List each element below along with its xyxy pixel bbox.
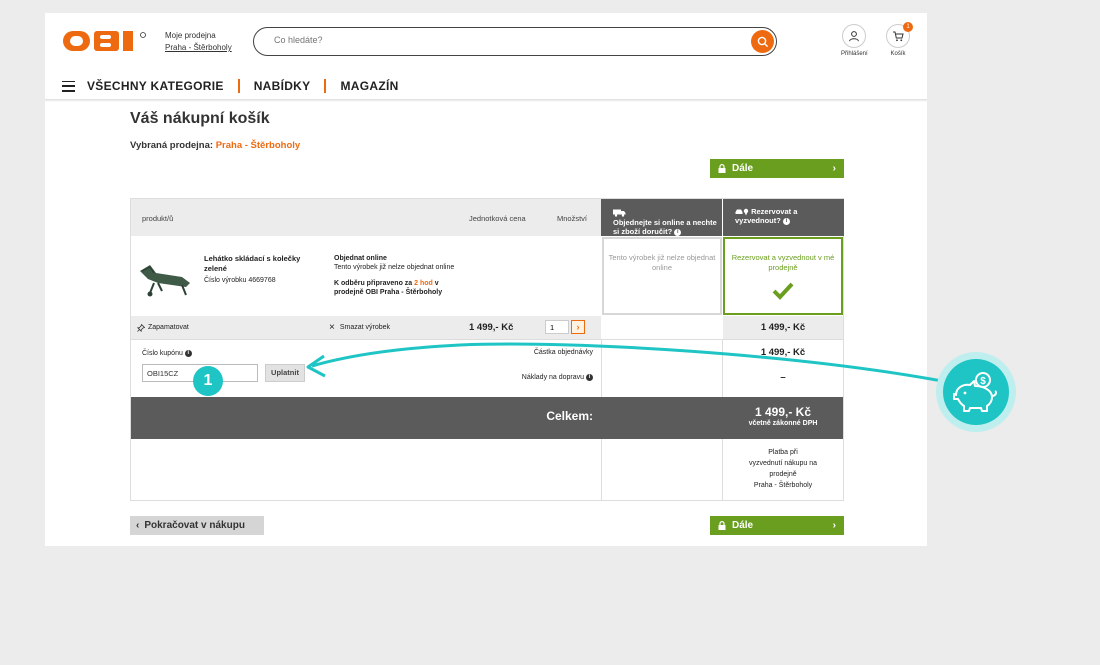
annotation-arrow: [306, 342, 943, 383]
savings-badge: $: [943, 359, 1009, 425]
step-number-badge: 1: [193, 366, 223, 396]
piggy-bank-icon: $: [953, 372, 997, 412]
svg-text:$: $: [980, 376, 986, 387]
